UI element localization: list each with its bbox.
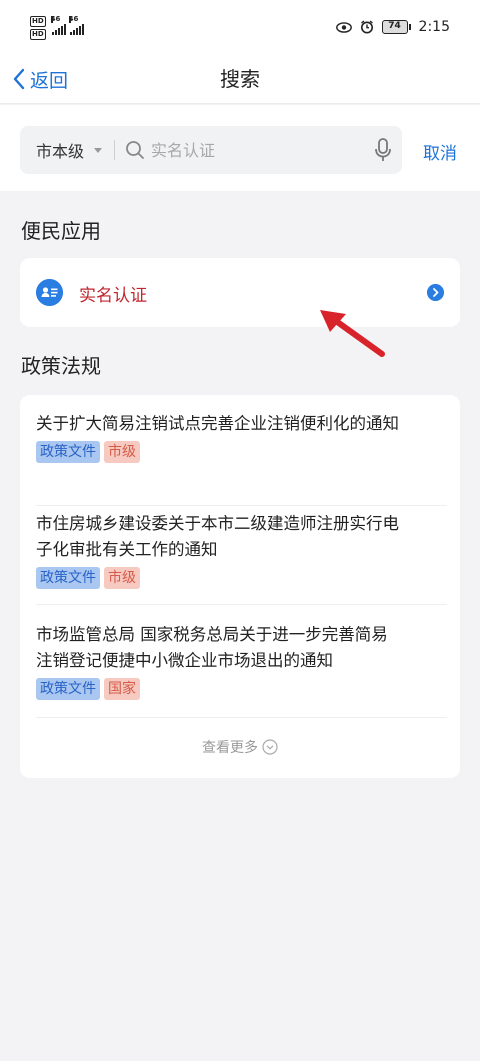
battery-level: 74 [381,20,408,34]
policy-item[interactable]: 市住房城乡建设委关于本市二级建造师注册实行电 子化审批有关工作的通知 政策文件 … [36,511,447,605]
signal-icon-2: 46 [68,15,84,35]
policy-title-line: 市场监管总局 国家税务总局关于进一步完善简易 [36,625,388,644]
tag-level: 市级 [104,567,140,589]
policy-item[interactable]: 关于扩大简易注销试点完善企业注销便利化的通知 政策文件 市级 [36,411,447,506]
nav-bar: 返回 搜索 [0,56,480,104]
divider [114,140,116,160]
search-box: 市本级 [20,126,402,174]
scope-label: 市本级 [36,142,85,161]
hd-icon-2: HD [30,29,46,40]
network-type-2: 46 [68,15,79,23]
signal-group: 46 46 [50,15,84,35]
tag-group: 政策文件 市级 [36,567,447,589]
status-right: 74 2:15 [335,19,450,35]
section-title-apps: 便民应用 [21,219,101,243]
app-label: 实名认证 [79,286,147,306]
tag-level: 市级 [104,441,140,463]
scope-dropdown[interactable]: 市本级 [20,126,103,174]
search-area: 市本级 取消 [0,105,480,191]
hd-indicators: HD HD [30,16,46,40]
search-icon [126,141,144,159]
view-more-button[interactable]: 查看更多 [20,737,460,757]
battery-icon: 74 [381,20,411,34]
tag-group: 政策文件 国家 [36,678,447,700]
tag-type: 政策文件 [36,441,100,463]
view-more-label: 查看更多 [202,740,258,756]
signal-icon-1: 46 [50,15,66,35]
section-title-policy: 政策法规 [21,354,101,378]
chevron-right-icon [427,284,444,301]
policy-title: 关于扩大简易注销试点完善企业注销便利化的通知 [36,414,399,433]
status-left: HD HD 46 46 [30,16,84,40]
alarm-icon [360,20,373,34]
eye-icon [335,21,352,33]
caret-down-icon [94,147,103,153]
clock: 2:15 [418,19,450,35]
page-title: 搜索 [220,67,260,91]
tag-level: 国家 [104,678,140,700]
policy-item[interactable]: 市场监管总局 国家税务总局关于进一步完善简易 注销登记便捷中小微企业市场退出的通… [36,622,447,718]
status-bar: HD HD 46 46 74 2:15 [0,0,480,56]
tag-type: 政策文件 [36,567,100,589]
policy-title-line: 注销登记便捷中小微企业市场退出的通知 [36,651,333,670]
policy-title-line: 市住房城乡建设委关于本市二级建造师注册实行电 [36,514,399,533]
chevron-down-circle-icon [262,739,278,755]
cancel-button[interactable]: 取消 [423,139,457,164]
policy-list: 关于扩大简易注销试点完善企业注销便利化的通知 政策文件 市级 市住房城乡建设委关… [20,395,460,778]
policy-title-line: 子化审批有关工作的通知 [36,540,218,559]
network-type-1: 46 [50,15,61,23]
arrow-annotation-icon [320,310,385,357]
microphone-icon[interactable] [374,138,392,162]
tag-group: 政策文件 市级 [36,441,447,463]
app-item-real-name-auth[interactable]: 实名认证 [20,258,460,327]
tag-type: 政策文件 [36,678,100,700]
hd-icon-1: HD [30,16,46,27]
search-input[interactable] [151,140,362,160]
id-card-icon [36,279,63,306]
